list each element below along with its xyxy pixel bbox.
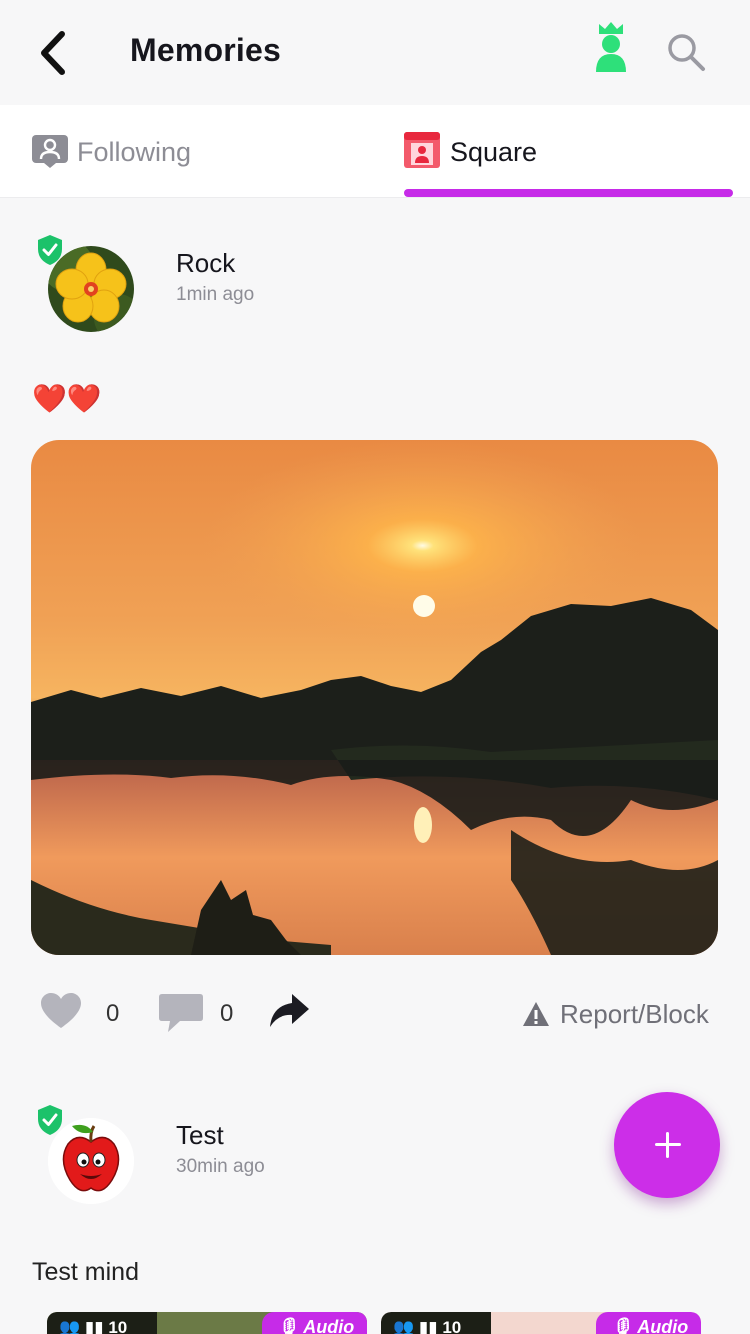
post-author[interactable]: Test xyxy=(176,1120,224,1151)
app-header: Memories xyxy=(0,0,750,105)
crown-user-icon xyxy=(596,22,626,72)
verified-badge-icon xyxy=(38,235,62,265)
post-author[interactable]: Rock xyxy=(176,248,235,279)
post-text: ❤️❤️ xyxy=(32,383,102,414)
add-post-button[interactable] xyxy=(614,1092,720,1198)
verified-badge-icon xyxy=(38,1105,62,1135)
audio-room-card[interactable]: 👥 ▮▮ 10 🎙 Audio xyxy=(381,1312,701,1334)
like-heart-icon[interactable] xyxy=(40,992,82,1030)
post-time: 30min ago xyxy=(176,1156,265,1177)
square-user-icon xyxy=(404,132,440,168)
room-members: 👥 ▮▮ 10 xyxy=(381,1312,491,1334)
search-button[interactable] xyxy=(664,30,708,74)
room-members: 👥 ▮▮ 10 xyxy=(47,1312,157,1334)
tab-following-label: Following xyxy=(77,137,192,167)
post-time: 1min ago xyxy=(176,284,255,305)
mic-icon: 🎙 xyxy=(610,1317,633,1334)
warning-icon xyxy=(523,1002,549,1026)
post-text: Test mind xyxy=(32,1258,139,1286)
like-count: 0 xyxy=(106,1000,120,1027)
audio-tag-label: Audio xyxy=(637,1317,689,1334)
room-member-count: 10 xyxy=(108,1318,128,1334)
comment-icon[interactable] xyxy=(158,992,204,1034)
audio-room-card[interactable]: 👥 ▮▮ 10 🎙 Audio xyxy=(47,1312,367,1334)
audio-tag: 🎙 Audio xyxy=(596,1312,701,1334)
members-icon: 👥 ▮▮ xyxy=(59,1318,104,1334)
comment-count: 0 xyxy=(220,1000,234,1027)
mic-icon: 🎙 xyxy=(276,1317,299,1334)
tab-following[interactable]: Following xyxy=(28,105,328,198)
crown-user-button[interactable] xyxy=(588,20,634,74)
back-arrow-icon xyxy=(41,31,65,75)
room-member-count: 10 xyxy=(442,1318,462,1334)
tab-square-label: Square xyxy=(450,137,538,167)
following-user-icon xyxy=(32,135,68,168)
page-title: Memories xyxy=(130,32,281,68)
audio-tag: 🎙 Audio xyxy=(262,1312,367,1334)
report-block-button[interactable]: Report/Block xyxy=(522,994,709,1034)
share-arrow-icon[interactable] xyxy=(268,992,310,1030)
search-icon xyxy=(668,34,705,71)
audio-tag-label: Audio xyxy=(303,1317,355,1334)
sunset-river-photo xyxy=(31,440,718,955)
back-button[interactable] xyxy=(30,26,80,80)
active-tab-indicator xyxy=(404,189,733,197)
tab-square[interactable]: Square xyxy=(400,105,730,198)
post-actions: 0 0 Report/Block xyxy=(0,980,750,1050)
members-icon: 👥 ▮▮ xyxy=(393,1318,438,1334)
tab-bar: Following Square xyxy=(0,105,750,198)
post-image[interactable] xyxy=(31,440,718,955)
report-block-label: Report/Block xyxy=(560,998,709,1029)
